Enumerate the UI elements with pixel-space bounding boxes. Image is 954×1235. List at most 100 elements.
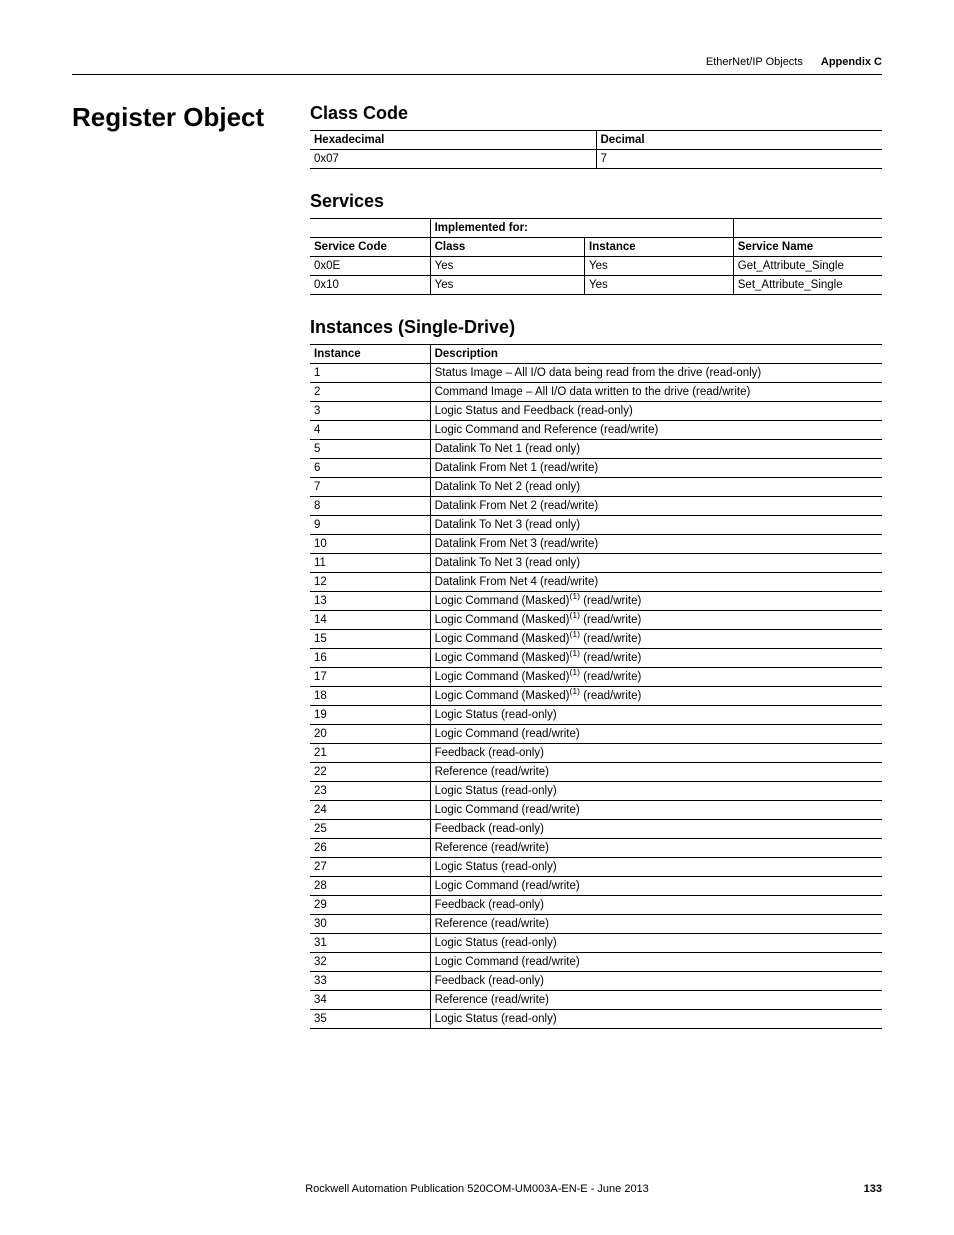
table-row: 14Logic Command (Masked)(1) (read/write) (310, 611, 882, 630)
table-row: 8Datalink From Net 2 (read/write) (310, 497, 882, 516)
instance-number: 33 (310, 972, 430, 991)
instance-description: Reference (read/write) (430, 763, 882, 782)
instance-description: Logic Command (Masked)(1) (read/write) (430, 592, 882, 611)
table-row: 12Datalink From Net 4 (read/write) (310, 573, 882, 592)
instance-number: 19 (310, 706, 430, 725)
page-header: EtherNet/IP Objects Appendix C (72, 56, 882, 75)
instance-number: 15 (310, 630, 430, 649)
instance-number: 20 (310, 725, 430, 744)
instance-description: Logic Command (read/write) (430, 801, 882, 820)
table-cell: 0x10 (310, 276, 430, 295)
instance-description: Datalink To Net 2 (read only) (430, 478, 882, 497)
services-header-class: Class (430, 238, 584, 257)
header-appendix: Appendix C (821, 56, 882, 68)
table-row: 18Logic Command (Masked)(1) (read/write) (310, 687, 882, 706)
instance-number: 32 (310, 953, 430, 972)
instance-description: Datalink To Net 1 (read only) (430, 440, 882, 459)
table-row: 21Feedback (read-only) (310, 744, 882, 763)
instance-number: 24 (310, 801, 430, 820)
table-row: 28Logic Command (read/write) (310, 877, 882, 896)
instance-description: Datalink From Net 3 (read/write) (430, 535, 882, 554)
services-heading: Services (310, 191, 882, 212)
section-title: Register Object (72, 103, 310, 132)
classcode-header-dec: Decimal (596, 131, 882, 150)
instance-description: Logic Command (read/write) (430, 877, 882, 896)
instance-number: 17 (310, 668, 430, 687)
instances-header-desc: Description (430, 345, 882, 364)
classcode-table: Hexadecimal Decimal 0x07 7 (310, 130, 882, 169)
table-row: 33Feedback (read-only) (310, 972, 882, 991)
table-cell: Yes (585, 257, 734, 276)
table-row: 11Datalink To Net 3 (read only) (310, 554, 882, 573)
instance-number: 25 (310, 820, 430, 839)
table-row: 17Logic Command (Masked)(1) (read/write) (310, 668, 882, 687)
instance-number: 10 (310, 535, 430, 554)
table-row: 7Datalink To Net 2 (read only) (310, 478, 882, 497)
instance-description: Status Image – All I/O data being read f… (430, 364, 882, 383)
instance-number: 6 (310, 459, 430, 478)
instance-description: Feedback (read-only) (430, 744, 882, 763)
table-row: 19Logic Status (read-only) (310, 706, 882, 725)
instance-number: 5 (310, 440, 430, 459)
table-row: 29Feedback (read-only) (310, 896, 882, 915)
table-row: 0x07 7 (310, 150, 882, 169)
services-impl-label: Implemented for: (430, 219, 733, 238)
instance-number: 4 (310, 421, 430, 440)
instance-number: 27 (310, 858, 430, 877)
instances-table: Instance Description 1Status Image – All… (310, 344, 882, 1029)
classcode-header-hex: Hexadecimal (310, 131, 596, 150)
table-cell: 0x0E (310, 257, 430, 276)
table-row: 24Logic Command (read/write) (310, 801, 882, 820)
services-header-instance: Instance (585, 238, 734, 257)
table-row: 25Feedback (read-only) (310, 820, 882, 839)
table-row: 31Logic Status (read-only) (310, 934, 882, 953)
instance-description: Logic Status (read-only) (430, 1010, 882, 1029)
instance-number: 12 (310, 573, 430, 592)
table-row: 9Datalink To Net 3 (read only) (310, 516, 882, 535)
instances-header-inst: Instance (310, 345, 430, 364)
table-row: 22Reference (read/write) (310, 763, 882, 782)
instance-number: 9 (310, 516, 430, 535)
table-row: 26Reference (read/write) (310, 839, 882, 858)
table-row: 6Datalink From Net 1 (read/write) (310, 459, 882, 478)
instance-description: Command Image – All I/O data written to … (430, 383, 882, 402)
instance-description: Logic Status (read-only) (430, 934, 882, 953)
instance-description: Logic Status (read-only) (430, 782, 882, 801)
footer-publication: Rockwell Automation Publication 520COM-U… (112, 1183, 842, 1195)
blank-cell (310, 219, 430, 238)
instance-number: 23 (310, 782, 430, 801)
instance-description: Reference (read/write) (430, 991, 882, 1010)
instance-number: 7 (310, 478, 430, 497)
table-row: 0x10YesYesSet_Attribute_Single (310, 276, 882, 295)
instance-description: Datalink From Net 1 (read/write) (430, 459, 882, 478)
instance-number: 18 (310, 687, 430, 706)
instance-description: Reference (read/write) (430, 915, 882, 934)
instance-description: Logic Command (Masked)(1) (read/write) (430, 668, 882, 687)
instance-description: Logic Command and Reference (read/write) (430, 421, 882, 440)
instance-number: 3 (310, 402, 430, 421)
instance-description: Datalink To Net 3 (read only) (430, 516, 882, 535)
instance-description: Datalink From Net 2 (read/write) (430, 497, 882, 516)
table-row: 23Logic Status (read-only) (310, 782, 882, 801)
table-row: 0x0EYesYesGet_Attribute_Single (310, 257, 882, 276)
instance-description: Logic Status and Feedback (read-only) (430, 402, 882, 421)
instance-number: 35 (310, 1010, 430, 1029)
instance-number: 31 (310, 934, 430, 953)
instance-description: Logic Command (Masked)(1) (read/write) (430, 630, 882, 649)
table-row: 3Logic Status and Feedback (read-only) (310, 402, 882, 421)
table-row: 10Datalink From Net 3 (read/write) (310, 535, 882, 554)
table-row: 15Logic Command (Masked)(1) (read/write) (310, 630, 882, 649)
classcode-hex: 0x07 (310, 150, 596, 169)
table-row: 32Logic Command (read/write) (310, 953, 882, 972)
instance-description: Datalink From Net 4 (read/write) (430, 573, 882, 592)
instance-description: Feedback (read-only) (430, 820, 882, 839)
services-header-sc: Service Code (310, 238, 430, 257)
instance-description: Logic Command (Masked)(1) (read/write) (430, 611, 882, 630)
header-subject: EtherNet/IP Objects (706, 56, 803, 68)
table-row: 4Logic Command and Reference (read/write… (310, 421, 882, 440)
instance-number: 26 (310, 839, 430, 858)
instance-description: Feedback (read-only) (430, 972, 882, 991)
table-row: 20Logic Command (read/write) (310, 725, 882, 744)
table-row: 2Command Image – All I/O data written to… (310, 383, 882, 402)
table-row: 16Logic Command (Masked)(1) (read/write) (310, 649, 882, 668)
